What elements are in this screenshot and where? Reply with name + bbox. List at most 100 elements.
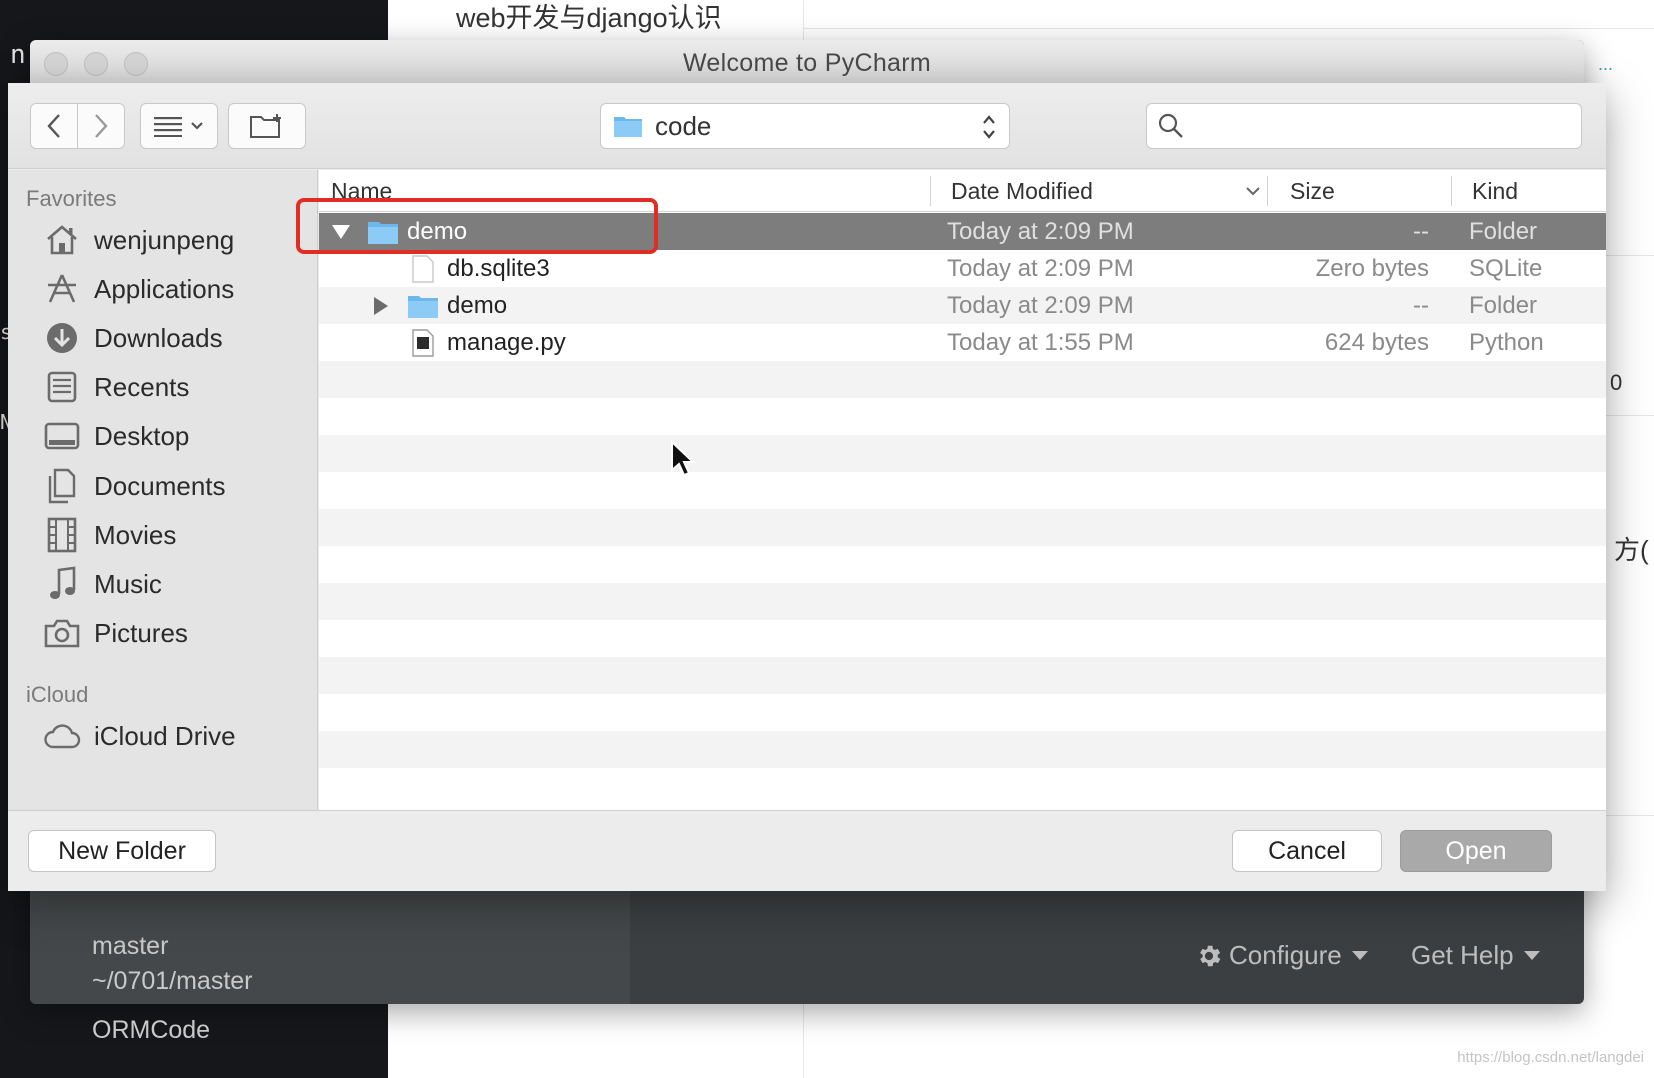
file-row-manage-py[interactable]: manage.py Today at 1:55 PM 624 bytes Pyt… <box>319 324 1606 361</box>
configure-menu[interactable]: Configure <box>1195 940 1368 971</box>
music-icon <box>42 564 82 604</box>
up-down-arrows-icon <box>983 115 995 139</box>
sidebar-item-pictures[interactable]: Pictures <box>42 609 312 657</box>
sidebar-section-favorites: Favorites <box>26 186 117 211</box>
file-date: Today at 2:09 PM <box>947 254 1134 282</box>
sidebar-item-home[interactable]: wenjunpeng <box>42 216 312 264</box>
open-file-dialog: code Favorites wenjunpeng Applications D… <box>8 83 1606 891</box>
downloads-icon <box>42 318 82 358</box>
path-dropdown[interactable]: code <box>600 103 1010 149</box>
column-kind-label: Kind <box>1472 177 1519 204</box>
file-size: -- <box>1413 217 1429 245</box>
get-help-menu[interactable]: Get Help <box>1411 940 1540 971</box>
sidebar-item-label: Desktop <box>94 420 190 451</box>
column-kind-header[interactable]: Kind <box>1472 170 1592 212</box>
sidebar-item-label: Recents <box>94 371 190 402</box>
empty-row <box>319 731 1606 768</box>
blog-text-fragment: ... <box>1598 54 1614 74</box>
chevron-down-icon <box>191 122 203 130</box>
movies-icon <box>42 515 82 555</box>
file-size: Zero bytes <box>1315 254 1429 282</box>
path-dropdown-label: code <box>655 110 712 141</box>
camera-icon <box>42 613 82 653</box>
column-size-label: Size <box>1290 177 1335 204</box>
applications-icon <box>42 269 82 309</box>
column-separator[interactable] <box>1451 176 1452 206</box>
recent-project-name[interactable]: master <box>92 932 168 961</box>
file-size: 624 bytes <box>1324 328 1429 356</box>
dialog-toolbar: code <box>8 83 1606 169</box>
file-kind: SQLite <box>1469 254 1543 282</box>
list-view-icon <box>154 117 182 137</box>
blog-text-fragment: 0 <box>1610 370 1623 395</box>
sidebar-item-recents[interactable]: Recents <box>42 363 312 411</box>
chevron-down-icon <box>1246 187 1260 196</box>
forward-button[interactable] <box>77 103 125 149</box>
sidebar-item-applications[interactable]: Applications <box>42 265 312 313</box>
file-name: demo <box>447 291 508 319</box>
column-separator[interactable] <box>1267 176 1268 206</box>
cloud-icon <box>42 716 82 756</box>
watermark: https://blog.csdn.net/langdei <box>1457 1049 1644 1066</box>
sidebar-item-label: Documents <box>94 470 226 501</box>
folder-plus-icon <box>250 114 281 138</box>
dialog-footer: New Folder Cancel Open <box>8 810 1606 891</box>
open-button[interactable]: Open <box>1400 830 1552 872</box>
chevron-right-icon <box>95 114 108 138</box>
empty-row <box>319 435 1606 472</box>
sidebar-item-movies[interactable]: Movies <box>42 511 312 559</box>
sidebar-item-documents[interactable]: Documents <box>42 462 312 510</box>
empty-row <box>319 620 1606 657</box>
sidebar-item-label: Downloads <box>94 322 223 353</box>
file-row-db-sqlite3[interactable]: db.sqlite3 Today at 2:09 PM Zero bytes S… <box>319 250 1606 287</box>
empty-row <box>319 398 1606 435</box>
empty-row <box>319 768 1606 805</box>
sidebar-item-label: Music <box>94 568 162 599</box>
file-date: Today at 1:55 PM <box>947 328 1134 356</box>
sidebar-item-icloud-drive[interactable]: iCloud Drive <box>42 712 312 760</box>
disclosure-triangle-collapsed[interactable] <box>367 287 395 324</box>
sidebar-item-label: Applications <box>94 273 235 304</box>
documents-icon <box>42 466 82 506</box>
sidebar-item-desktop[interactable]: Desktop <box>42 412 312 460</box>
column-date-header[interactable]: Date Modified <box>951 170 1261 212</box>
empty-row <box>319 694 1606 731</box>
window-title: Welcome to PyCharm <box>682 49 932 77</box>
folder-icon <box>407 287 439 324</box>
search-input[interactable] <box>1195 106 1575 146</box>
home-icon <box>42 220 82 260</box>
recent-project-name[interactable]: ORMCode <box>92 1016 210 1045</box>
cancel-button[interactable]: Cancel <box>1232 830 1382 872</box>
mouse-cursor-icon <box>671 440 696 477</box>
column-separator[interactable] <box>930 176 931 206</box>
window-titlebar: Welcome to PyCharm <box>30 40 1584 84</box>
new-folder-button[interactable]: New Folder <box>28 830 216 872</box>
file-row-demo-subfolder[interactable]: demo Today at 2:09 PM -- Folder <box>319 287 1606 324</box>
configure-label: Configure <box>1229 940 1342 970</box>
sidebar-item-label: Pictures <box>94 617 188 648</box>
new-folder-toolbar-button[interactable] <box>228 103 306 149</box>
recents-icon <box>42 367 82 407</box>
caret-down-icon <box>1351 951 1368 960</box>
file-name: db.sqlite3 <box>447 254 550 282</box>
sidebar-item-label: wenjunpeng <box>94 224 235 255</box>
empty-row <box>319 657 1606 694</box>
sidebar-item-label: Movies <box>94 519 177 550</box>
caret-down-icon <box>1523 951 1540 960</box>
view-options-button[interactable] <box>140 103 218 149</box>
file-kind: Python <box>1469 328 1544 356</box>
blog-article-title: web开发与django认识 <box>456 3 722 33</box>
empty-row <box>319 509 1606 546</box>
sidebar-item-music[interactable]: Music <box>42 560 312 608</box>
chevron-left-icon <box>47 114 60 138</box>
back-button[interactable] <box>30 103 78 149</box>
empty-row <box>319 583 1606 620</box>
sidebar-item-downloads[interactable]: Downloads <box>42 314 312 362</box>
terminal-text: n <box>10 40 26 70</box>
search-field[interactable] <box>1146 103 1582 149</box>
recent-project-path[interactable]: ~/0701/master <box>92 967 253 996</box>
finder-sidebar: Favorites wenjunpeng Applications Downlo… <box>8 170 318 810</box>
search-icon <box>1158 113 1183 138</box>
column-size-header[interactable]: Size <box>1290 170 1450 212</box>
blog-text-fragment: 方( <box>1614 535 1649 565</box>
